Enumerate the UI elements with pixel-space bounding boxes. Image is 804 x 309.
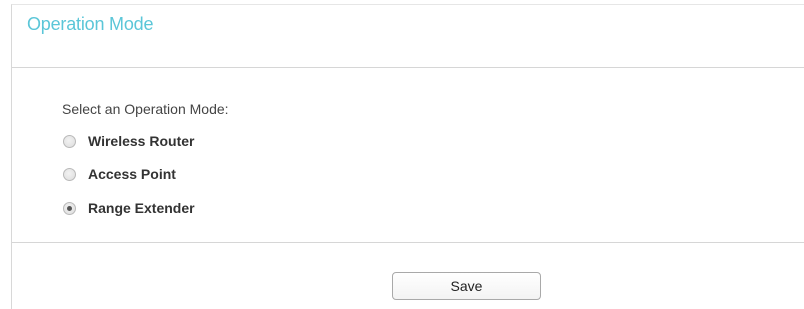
option-wireless-router[interactable]: Wireless Router [63,133,194,149]
radio-access-point[interactable] [63,167,76,181]
header-divider [12,67,804,68]
operation-mode-prompt: Select an Operation Mode: [62,101,229,117]
option-range-extender[interactable]: Range Extender [63,200,195,216]
panel-title: Operation Mode [27,14,154,34]
footer-divider [12,242,804,243]
radio-range-extender[interactable] [63,201,76,215]
option-label: Wireless Router [88,133,195,149]
operation-mode-panel: Operation Mode Select an Operation Mode:… [11,4,804,309]
save-button[interactable]: Save [392,272,541,300]
option-label: Range Extender [88,200,195,216]
option-label: Access Point [88,166,176,182]
option-access-point[interactable]: Access Point [63,166,176,182]
radio-wireless-router[interactable] [63,134,76,148]
